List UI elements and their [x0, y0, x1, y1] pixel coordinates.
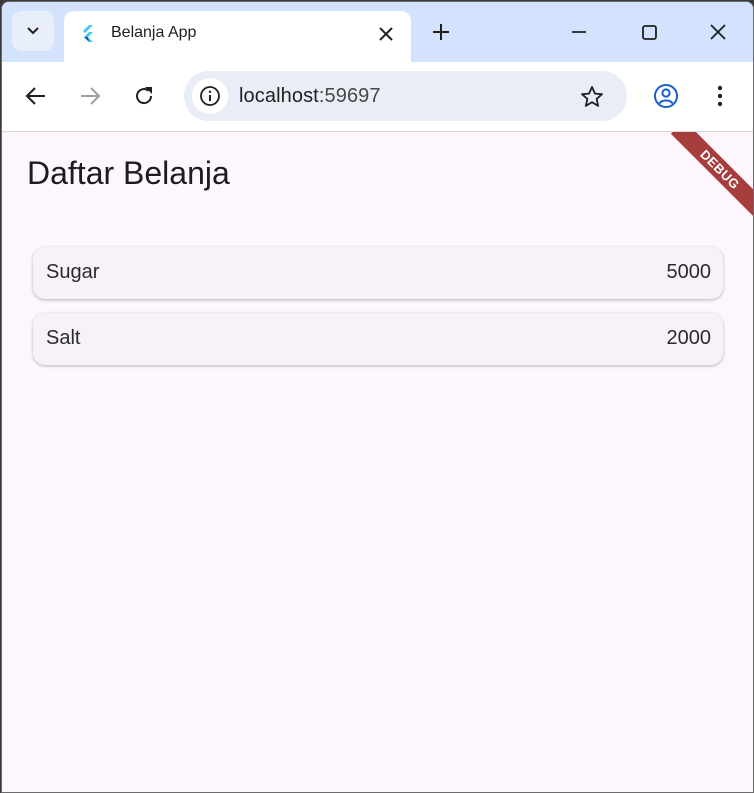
- url-text: localhost:59697: [239, 85, 381, 108]
- reload-icon[interactable]: [131, 83, 157, 109]
- browser-window: Belanja App localhost:59697 Daftar Belan…: [1, 1, 754, 793]
- item-price: 5000: [666, 261, 712, 283]
- item-name: Sugar: [46, 261, 100, 283]
- site-info-button[interactable]: [192, 78, 228, 114]
- address-bar[interactable]: localhost:59697: [184, 71, 627, 121]
- app-content: Daftar Belanja Sugar 5000 Salt 2000 DEBU…: [2, 132, 753, 792]
- more-menu-icon[interactable]: [707, 83, 733, 109]
- url-port: :59697: [318, 85, 381, 107]
- page-title: Daftar Belanja: [27, 155, 230, 191]
- debug-banner: DEBUG: [670, 132, 753, 219]
- close-window-icon[interactable]: [706, 20, 730, 44]
- minimize-icon[interactable]: [567, 20, 591, 44]
- url-host: localhost: [239, 85, 319, 107]
- back-arrow-icon[interactable]: [23, 83, 49, 109]
- item-name: Salt: [46, 327, 81, 349]
- chevron-down-icon: [27, 27, 39, 35]
- new-tab-icon[interactable]: [429, 20, 453, 44]
- list-item[interactable]: Salt 2000: [33, 313, 723, 365]
- forward-arrow-icon[interactable]: [77, 83, 103, 109]
- bookmark-star-icon[interactable]: [579, 84, 605, 110]
- tab-active[interactable]: Belanja App: [64, 11, 411, 62]
- profile-icon[interactable]: [653, 83, 679, 109]
- info-icon: [200, 86, 220, 106]
- close-tab-icon[interactable]: [375, 23, 397, 45]
- browser-toolbar: localhost:59697: [2, 62, 753, 132]
- item-price: 2000: [666, 327, 712, 349]
- list-item[interactable]: Sugar 5000: [33, 247, 723, 299]
- tab-strip: Belanja App: [2, 2, 753, 62]
- tab-title: Belanja App: [111, 24, 197, 41]
- flutter-logo-icon: [83, 25, 93, 42]
- maximize-icon[interactable]: [637, 20, 661, 44]
- tab-search-button[interactable]: [12, 11, 54, 51]
